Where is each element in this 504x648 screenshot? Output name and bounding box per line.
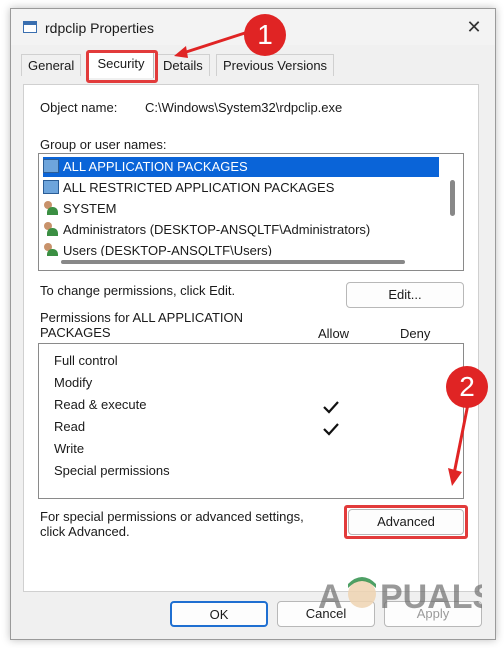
object-name-label: Object name: — [40, 100, 118, 115]
window-app-icon — [23, 21, 37, 33]
change-permissions-text: To change permissions, click Edit. — [40, 283, 236, 298]
special-permissions-text-line2: click Advanced. — [40, 524, 130, 539]
window-title: rdpclip Properties — [45, 20, 154, 36]
users-icon — [43, 222, 59, 236]
group-listbox[interactable]: ALL APPLICATION PACKAGES ALL RESTRICTED … — [38, 153, 464, 271]
check-icon — [323, 423, 339, 436]
svg-text:A: A — [318, 578, 343, 616]
permission-row: Special permissions — [54, 463, 170, 478]
special-permissions-text: For special permissions or advanced sett… — [40, 509, 304, 524]
svg-text:PUALS: PUALS — [380, 578, 482, 616]
group-item[interactable]: ALL RESTRICTED APPLICATION PACKAGES — [43, 178, 439, 198]
permission-row: Modify — [54, 375, 93, 390]
deny-column-header: Deny — [400, 326, 431, 341]
group-item[interactable]: ALL APPLICATION PACKAGES — [43, 157, 439, 177]
tab-general[interactable]: General — [21, 54, 82, 76]
appuals-watermark: A PUALS — [318, 577, 482, 616]
edit-button[interactable]: Edit... — [346, 282, 464, 308]
vertical-scrollbar[interactable] — [450, 180, 455, 216]
permission-row: Read & execute — [54, 397, 147, 412]
ok-button[interactable]: OK — [170, 601, 268, 627]
package-icon — [43, 159, 59, 173]
permission-row: Write — [54, 441, 85, 456]
permission-row: Full control — [54, 353, 118, 368]
allow-column-header: Allow — [318, 326, 350, 341]
security-tab-highlight — [86, 50, 158, 83]
close-icon[interactable]: ✕ — [459, 14, 489, 40]
package-icon — [43, 180, 59, 194]
users-icon — [43, 201, 59, 215]
group-item[interactable]: SYSTEM — [43, 199, 439, 219]
group-list-label: Group or user names: — [40, 137, 167, 152]
permission-row: Read — [54, 419, 86, 434]
users-icon — [43, 243, 59, 257]
step-badge: 1 — [244, 14, 286, 56]
arrow-icon — [174, 30, 249, 58]
group-item[interactable]: Administrators (DESKTOP-ANSQLTF\Administ… — [43, 220, 439, 240]
step-badge: 2 — [446, 366, 488, 408]
permissions-for-label-line2: PACKAGES — [40, 325, 111, 340]
horizontal-scrollbar[interactable] — [61, 260, 405, 264]
advanced-button-highlight — [344, 505, 468, 539]
check-icon — [323, 401, 339, 414]
permissions-for-label: Permissions for ALL APPLICATION — [40, 310, 244, 325]
arrow-icon — [448, 403, 470, 486]
object-name-value: C:\Windows\System32\rdpclip.exe — [145, 100, 343, 115]
